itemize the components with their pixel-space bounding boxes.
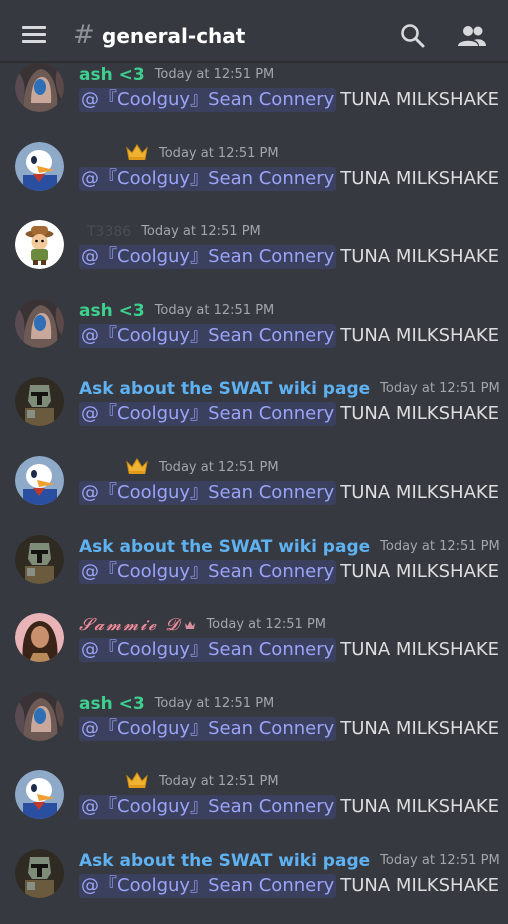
message-item[interactable]: T3386 Today at 12:51 PM @『Coolguy』Sean Con… xyxy=(0,220,508,298)
user-mention[interactable]: @『Coolguy』Sean Connery xyxy=(79,402,337,427)
channel-hash-icon: # xyxy=(73,20,95,50)
message-header: Ask about the SWAT wiki page Today at 12:… xyxy=(79,535,500,561)
channel-header: # general-chat xyxy=(0,0,508,63)
message-header: Today at 12:51 PM xyxy=(79,456,279,482)
timestamp: Today at 12:51 PM xyxy=(141,224,261,240)
message-list[interactable]: ash <3 Today at 12:51 PM @『Coolguy』Sean Co… xyxy=(0,63,508,924)
message-text: TUNA MILKSHAKE xyxy=(340,482,500,503)
message-text: TUNA MILKSHAKE xyxy=(340,89,500,110)
timestamp: Today at 12:51 PM xyxy=(154,67,275,82)
message-item[interactable]: ash <3 Today at 12:51 PM @『Coolguy』Sean Co… xyxy=(0,63,508,141)
timestamp: Today at 12:51 PM xyxy=(380,853,500,868)
crown-icon xyxy=(125,142,149,166)
ash-avatar[interactable] xyxy=(15,63,64,112)
timestamp: Today at 12:51 PM xyxy=(206,617,327,633)
username[interactable]: ash <3 xyxy=(79,692,145,716)
message-content: @『Coolguy』Sean Connery TUNA MILKSHAKE xyxy=(79,87,499,113)
ash-avatar[interactable] xyxy=(15,298,64,348)
user-mention[interactable]: @『Coolguy』Sean Connery xyxy=(79,166,337,191)
message-content: @『Coolguy』Sean Connery TUNA MILKSHAKE xyxy=(79,637,499,663)
message-header: Ask about the SWAT wiki page Today at 12:… xyxy=(79,849,500,875)
crown-icon xyxy=(125,770,149,794)
user-mention[interactable]: @『Coolguy』Sean Connery xyxy=(79,795,337,820)
message-content: @『Coolguy』Sean Connery TUNA MILKSHAKE xyxy=(79,480,499,506)
message-item[interactable]: Today at 12:51 PM @『Coolguy』Sean Connery T… xyxy=(0,456,508,534)
duck-avatar[interactable] xyxy=(15,456,64,505)
timestamp: Today at 12:51 PM xyxy=(380,381,500,397)
explorer-avatar[interactable] xyxy=(15,220,64,270)
bounty-hunter-avatar[interactable] xyxy=(15,534,64,584)
message-text: TUNA MILKSHAKE xyxy=(340,639,500,661)
hamburger-icon[interactable] xyxy=(22,26,46,44)
message-header: Ask about the SWAT wiki page Today at 12:… xyxy=(79,377,500,403)
user-mention[interactable]: @『Coolguy』Sean Connery xyxy=(79,245,337,270)
message-text: TUNA MILKSHAKE xyxy=(340,796,500,818)
message-header: ash <3 Today at 12:51 PM xyxy=(79,692,274,718)
username[interactable]: Ask about the SWAT wiki page xyxy=(79,535,370,559)
user-mention[interactable]: @『Coolguy』Sean Connery xyxy=(79,323,337,348)
message-item[interactable]: ash <3 Today at 12:51 PM @『Coolguy』Sean Co… xyxy=(0,691,508,770)
message-text: TUNA MILKSHAKE xyxy=(340,167,500,189)
members-icon[interactable] xyxy=(457,22,486,50)
user-mention[interactable]: @『Coolguy』Sean Connery xyxy=(79,716,337,741)
message-content: @『Coolguy』Sean Connery TUNA MILKSHAKE xyxy=(79,401,499,427)
timestamp: Today at 12:51 PM xyxy=(154,302,275,318)
channel-name[interactable]: general-chat xyxy=(102,22,245,50)
message-content: @『Coolguy』Sean Connery TUNA MILKSHAKE xyxy=(79,244,499,270)
timestamp: Today at 12:51 PM xyxy=(159,774,279,790)
message-content: @『Coolguy』Sean Connery TUNA MILKSHAKE xyxy=(79,166,499,192)
message-header: ash <3 Today at 12:51 PM xyxy=(79,299,274,325)
message-header: ash <3 Today at 12:51 PM xyxy=(79,63,274,89)
username[interactable]: ash <3 xyxy=(79,63,145,87)
message-content: @『Coolguy』Sean Connery TUNA MILKSHAKE xyxy=(79,873,499,899)
message-content: @『Coolguy』Sean Connery TUNA MILKSHAKE xyxy=(79,323,499,349)
duck-avatar[interactable] xyxy=(15,770,64,820)
ash-avatar[interactable] xyxy=(15,691,64,741)
user-mention[interactable]: @『Coolguy』Sean Connery xyxy=(79,481,337,505)
message-header: Today at 12:51 PM xyxy=(79,142,279,168)
message-header: Today at 12:51 PM xyxy=(79,770,279,796)
message-item[interactable]: Ask about the SWAT wiki page Today at 12:… xyxy=(0,377,508,455)
timestamp: Today at 12:51 PM xyxy=(159,460,279,475)
user-mention[interactable]: @『Coolguy』Sean Connery xyxy=(79,559,337,584)
message-item[interactable]: 𝓢𝓪𝓶𝓶𝓲𝓮 𝓓 Today at 12:51 PM @『Coolguy』Sean… xyxy=(0,613,508,691)
message-text: TUNA MILKSHAKE xyxy=(340,875,500,896)
message-item[interactable]: Today at 12:51 PM @『Coolguy』Sean Connery T… xyxy=(0,141,508,220)
message-text: TUNA MILKSHAKE xyxy=(340,560,500,582)
message-item[interactable]: Ask about the SWAT wiki page Today at 12:… xyxy=(0,849,508,924)
message-text: TUNA MILKSHAKE xyxy=(340,403,500,425)
bounty-hunter-avatar[interactable] xyxy=(15,377,64,427)
username[interactable]: T3386 xyxy=(87,220,131,244)
message-header: T3386 Today at 12:51 PM xyxy=(79,220,261,246)
message-header: 𝓢𝓪𝓶𝓶𝓲𝓮 𝓓 Today at 12:51 PM xyxy=(79,613,326,639)
user-mention[interactable]: @『Coolguy』Sean Connery xyxy=(79,88,337,112)
message-text: TUNA MILKSHAKE xyxy=(340,246,500,268)
username[interactable]: Ask about the SWAT wiki page xyxy=(79,849,370,873)
search-icon[interactable] xyxy=(399,22,427,50)
user-mention[interactable]: @『Coolguy』Sean Connery xyxy=(79,638,337,663)
message-text: TUNA MILKSHAKE xyxy=(340,324,500,346)
message-content: @『Coolguy』Sean Connery TUNA MILKSHAKE xyxy=(79,559,499,585)
message-item[interactable]: ash <3 Today at 12:51 PM @『Coolguy』Sean Co… xyxy=(0,298,508,377)
message-item[interactable]: Today at 12:51 PM @『Coolguy』Sean Connery T… xyxy=(0,770,508,848)
message-text: TUNA MILKSHAKE xyxy=(340,717,500,739)
username[interactable]: ash <3 xyxy=(79,299,145,323)
message-content: @『Coolguy』Sean Connery TUNA MILKSHAKE xyxy=(79,794,499,820)
sammie-avatar[interactable] xyxy=(15,613,64,663)
timestamp: Today at 12:51 PM xyxy=(380,538,500,554)
timestamp: Today at 12:51 PM xyxy=(159,145,279,161)
duck-avatar[interactable] xyxy=(15,141,64,191)
message-content: @『Coolguy』Sean Connery TUNA MILKSHAKE xyxy=(79,716,499,742)
crown-icon xyxy=(184,616,196,635)
crown-icon xyxy=(125,456,149,480)
username[interactable]: 𝓢𝓪𝓶𝓶𝓲𝓮 𝓓 xyxy=(79,613,180,637)
user-mention[interactable]: @『Coolguy』Sean Connery xyxy=(79,874,337,898)
message-item[interactable]: Ask about the SWAT wiki page Today at 12:… xyxy=(0,534,508,613)
bounty-hunter-avatar[interactable] xyxy=(15,849,64,898)
timestamp: Today at 12:51 PM xyxy=(154,695,275,711)
username[interactable]: Ask about the SWAT wiki page xyxy=(79,377,370,401)
